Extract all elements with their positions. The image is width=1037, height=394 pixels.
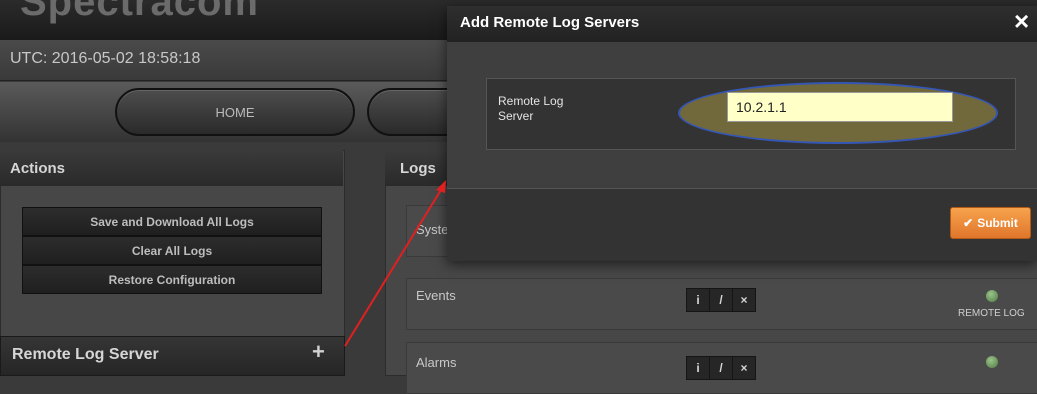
clear-logs-button[interactable]: Clear All Logs — [22, 236, 322, 265]
logs-panel-title: Logs — [400, 160, 436, 177]
status-led-icon — [986, 356, 998, 368]
remote-log-server-input[interactable] — [727, 92, 953, 122]
edit-icon[interactable]: / — [709, 356, 733, 380]
check-icon: ✔ — [963, 216, 974, 230]
plus-icon[interactable]: + — [312, 339, 325, 365]
submit-button[interactable]: ✔ Submit — [950, 207, 1031, 239]
status-led-icon — [986, 290, 998, 302]
utc-clock: UTC: 2016-05-02 18:58:18 — [10, 50, 201, 67]
modal-footer — [447, 188, 1037, 261]
log-row-label: Events — [416, 288, 456, 303]
delete-icon[interactable]: × — [732, 356, 756, 380]
brand-logo: Spectracom — [20, 0, 259, 24]
submit-label: Submit — [977, 216, 1018, 230]
edit-icon[interactable]: / — [709, 288, 733, 312]
info-icon[interactable]: i — [686, 356, 710, 380]
close-icon[interactable]: × — [1014, 6, 1029, 37]
modal-title: Add Remote Log Servers — [460, 14, 640, 31]
actions-panel-title: Actions — [10, 160, 66, 177]
remote-log-server-field-label: Remote Log Server — [498, 94, 564, 123]
remote-log-label: REMOTE LOG — [958, 308, 1025, 319]
nav-home-button[interactable]: HOME — [115, 88, 355, 136]
info-icon[interactable]: i — [686, 288, 710, 312]
delete-icon[interactable]: × — [732, 288, 756, 312]
restore-configuration-button[interactable]: Restore Configuration — [22, 265, 322, 294]
log-row-label: Alarms — [416, 355, 457, 370]
remote-log-server-title: Remote Log Server — [12, 346, 159, 363]
save-download-logs-button[interactable]: Save and Download All Logs — [22, 207, 322, 236]
